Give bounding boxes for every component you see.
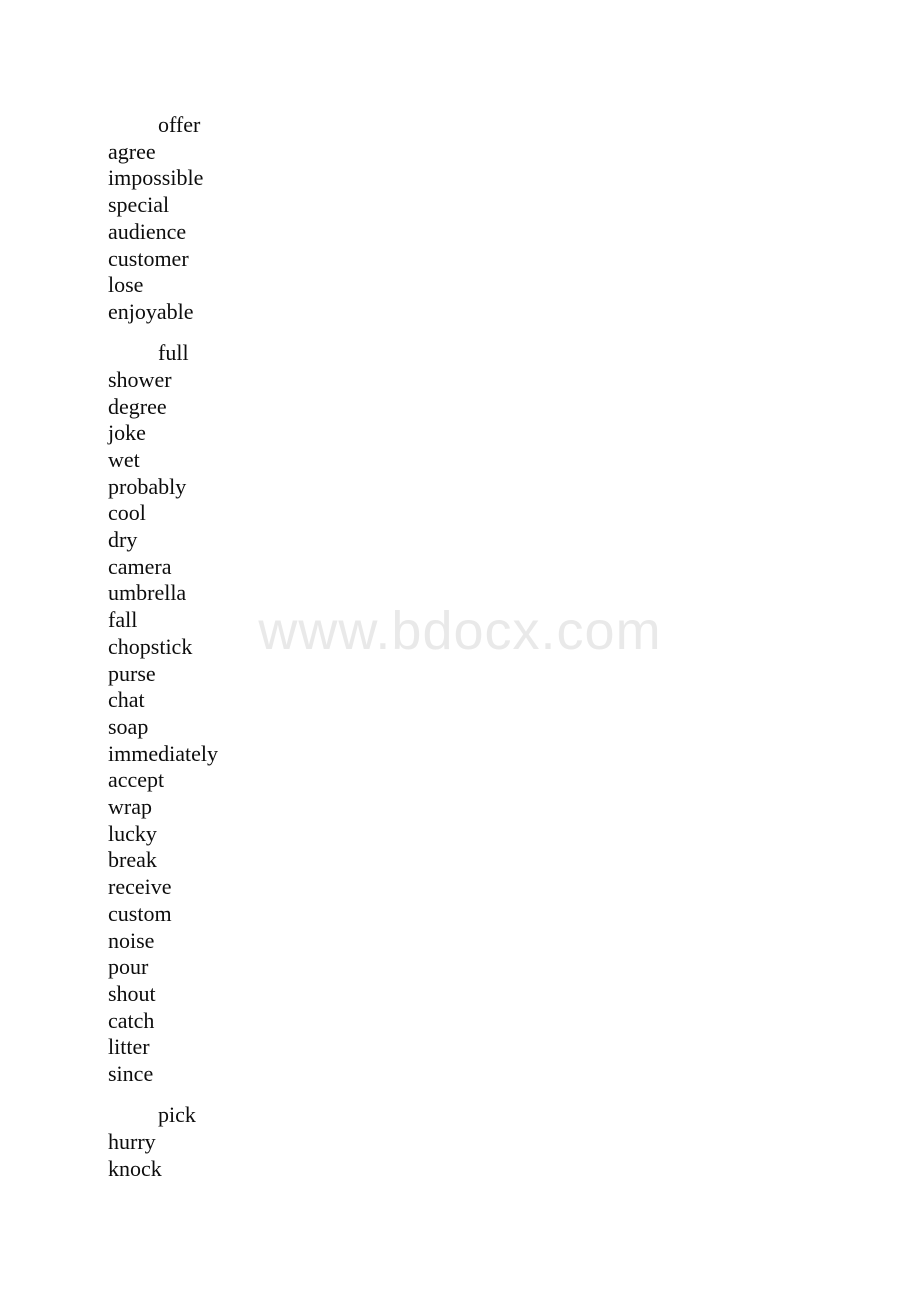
word-item: accept bbox=[108, 767, 165, 793]
word-list-body: offer agree impossible special audience custo… bbox=[0, 0, 920, 1182]
word-item: impossible bbox=[108, 165, 204, 191]
group-head-word: full bbox=[158, 340, 189, 366]
word-item: audience bbox=[108, 218, 187, 244]
word-item: chat bbox=[108, 687, 145, 713]
word-group: pick hurry knock bbox=[0, 1102, 920, 1182]
word-item: break bbox=[108, 847, 157, 873]
word-item: dry bbox=[108, 527, 138, 553]
word-item: knock bbox=[108, 1155, 162, 1181]
document-page: www.bdocx.com offer agree impossible specia… bbox=[0, 0, 920, 1302]
word-item: custom bbox=[108, 900, 172, 926]
word-item: special bbox=[108, 192, 170, 218]
word-item: hurry bbox=[108, 1129, 156, 1155]
word-group: full shower degree joke wet probably cool dry ca… bbox=[0, 340, 920, 1088]
word-item: litter bbox=[108, 1034, 150, 1060]
word-item: catch bbox=[108, 1007, 155, 1033]
word-item: wrap bbox=[108, 794, 152, 820]
group-head-word: offer bbox=[158, 112, 201, 137]
word-group: offer agree impossible special audience custo… bbox=[0, 112, 920, 326]
word-item: probably bbox=[108, 473, 187, 499]
word-item: purse bbox=[108, 660, 156, 686]
word-item: wet bbox=[108, 446, 140, 472]
word-item: degree bbox=[108, 393, 167, 419]
word-item: cool bbox=[108, 500, 146, 526]
word-item: customer bbox=[108, 245, 189, 271]
word-item: umbrella bbox=[108, 580, 187, 606]
word-item: receive bbox=[108, 874, 172, 900]
word-item: enjoyable bbox=[108, 298, 194, 324]
word-item: pour bbox=[108, 954, 149, 980]
word-item: since bbox=[108, 1061, 154, 1087]
group-head-word: pick bbox=[158, 1102, 196, 1128]
word-item: shout bbox=[108, 981, 156, 1006]
word-item: fall bbox=[108, 607, 138, 633]
word-item: shower bbox=[108, 366, 172, 392]
word-item: camera bbox=[108, 553, 172, 579]
word-item: lose bbox=[108, 272, 144, 298]
word-item: noise bbox=[108, 927, 155, 953]
word-item: agree bbox=[108, 138, 156, 164]
word-item: lucky bbox=[108, 820, 157, 846]
word-item: immediately bbox=[108, 740, 218, 766]
word-item: chopstick bbox=[108, 633, 193, 659]
word-item: joke bbox=[108, 420, 146, 446]
word-item: soap bbox=[108, 713, 149, 739]
